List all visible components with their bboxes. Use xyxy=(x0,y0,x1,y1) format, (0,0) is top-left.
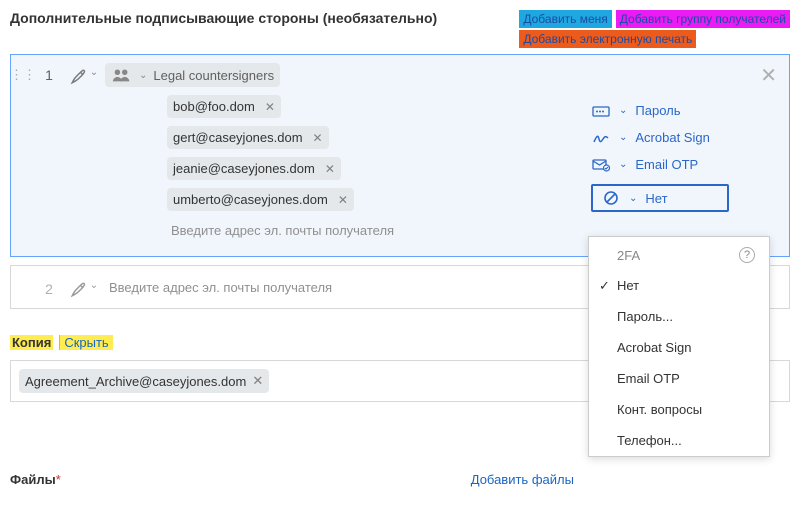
auth-label: Пароль xyxy=(635,103,680,118)
add-electronic-seal-link[interactable]: Добавить электронную печать xyxy=(519,30,696,48)
chevron-down-icon: ⌄ xyxy=(139,70,147,81)
auth-label: Нет xyxy=(645,191,667,206)
cc-label: Копия xyxy=(10,335,53,350)
chevron-down-icon: ⌄ xyxy=(619,105,627,116)
auth-option-none[interactable]: Нет xyxy=(589,270,769,301)
recipient-group-pill[interactable]: ⌄ Legal countersigners xyxy=(105,63,280,87)
cc-chip: Agreement_Archive@caseyjones.dom ✕ xyxy=(19,369,269,393)
chevron-down-icon: ⌄ xyxy=(629,193,637,204)
section-title: Дополнительные подписывающие стороны (не… xyxy=(10,10,437,26)
remove-member-icon[interactable]: ✕ xyxy=(338,193,348,207)
chevron-down-icon: ⌄ xyxy=(90,280,98,291)
auth-option-emailotp[interactable]: Email OTP xyxy=(589,363,769,394)
signature-icon xyxy=(591,131,611,145)
member-auth-column: ⌄ Пароль ⌄ Acrobat Sign ⌄ Email OTP xyxy=(591,103,771,212)
chevron-down-icon: ⌄ xyxy=(90,67,98,78)
recipient-role-selector[interactable]: ⌄ xyxy=(63,276,105,298)
chevron-down-icon: ⌄ xyxy=(619,132,627,143)
auth-option-kba[interactable]: Конт. вопросы xyxy=(589,394,769,425)
recipient-email-input[interactable]: Введите адрес эл. почты получателя xyxy=(109,280,332,295)
recipient-index: 2 xyxy=(35,277,63,297)
counter-signers-header: Дополнительные подписывающие стороны (не… xyxy=(10,10,790,48)
cc-email: Agreement_Archive@caseyjones.dom xyxy=(25,374,246,389)
member-email: jeanie@caseyjones.dom xyxy=(173,161,315,176)
member-chip: bob@foo.dom ✕ xyxy=(167,95,281,118)
none-icon xyxy=(601,190,621,206)
drag-handle-icon[interactable]: ⋮⋮ xyxy=(11,63,35,242)
cc-hide-link[interactable]: Скрыть xyxy=(59,335,112,350)
member-chip: gert@caseyjones.dom ✕ xyxy=(167,126,329,149)
add-files-link[interactable]: Добавить файлы xyxy=(471,472,574,487)
remove-recipient-icon[interactable]: ✕ xyxy=(760,63,777,88)
remove-cc-icon[interactable]: ✕ xyxy=(252,373,263,389)
email-otp-icon xyxy=(591,158,611,172)
dropdown-group-label: 2FA xyxy=(617,248,640,263)
pen-icon xyxy=(70,67,88,85)
recipient-row-1: ⋮⋮ 1 ⌄ ⌄ Legal countersigners bob@foo.do… xyxy=(10,54,790,257)
auth-selector-current[interactable]: ⌄ Нет xyxy=(591,184,729,212)
remove-member-icon[interactable]: ✕ xyxy=(325,162,335,176)
auth-method-dropdown: 2FA ? Нет Пароль... Acrobat Sign Email O… xyxy=(588,236,770,457)
pen-icon xyxy=(70,280,88,298)
required-star: * xyxy=(56,472,61,487)
recipient-role-selector[interactable]: ⌄ xyxy=(63,63,105,242)
auth-label: Acrobat Sign xyxy=(635,130,709,145)
add-me-link[interactable]: Добавить меня xyxy=(519,10,611,28)
member-email: umberto@caseyjones.dom xyxy=(173,192,328,207)
member-email: gert@caseyjones.dom xyxy=(173,130,303,145)
remove-member-icon[interactable]: ✕ xyxy=(313,131,323,145)
member-chip: umberto@caseyjones.dom ✕ xyxy=(167,188,354,211)
password-icon xyxy=(591,104,611,118)
files-section: Файлы* Добавить файлы xyxy=(10,472,790,487)
auth-selector-acrobat[interactable]: ⌄ Acrobat Sign xyxy=(591,130,771,145)
group-name: Legal countersigners xyxy=(153,68,274,83)
auth-option-password[interactable]: Пароль... xyxy=(589,301,769,332)
chevron-down-icon: ⌄ xyxy=(619,159,627,170)
member-email: bob@foo.dom xyxy=(173,99,255,114)
auth-option-phone[interactable]: Телефон... xyxy=(589,425,769,456)
add-recipient-group-link[interactable]: Добавить группу получателей xyxy=(616,10,790,28)
auth-selector-password[interactable]: ⌄ Пароль xyxy=(591,103,771,118)
auth-selector-emailotp[interactable]: ⌄ Email OTP xyxy=(591,157,771,172)
auth-option-acrobat[interactable]: Acrobat Sign xyxy=(589,332,769,363)
remove-member-icon[interactable]: ✕ xyxy=(265,100,275,114)
help-icon[interactable]: ? xyxy=(739,247,755,263)
group-icon xyxy=(111,67,133,83)
recipient-index: 1 xyxy=(35,63,63,242)
dropdown-header: 2FA ? xyxy=(589,237,769,270)
member-chip: jeanie@caseyjones.dom ✕ xyxy=(167,157,341,180)
auth-label: Email OTP xyxy=(635,157,698,172)
files-label: Файлы xyxy=(10,472,56,487)
